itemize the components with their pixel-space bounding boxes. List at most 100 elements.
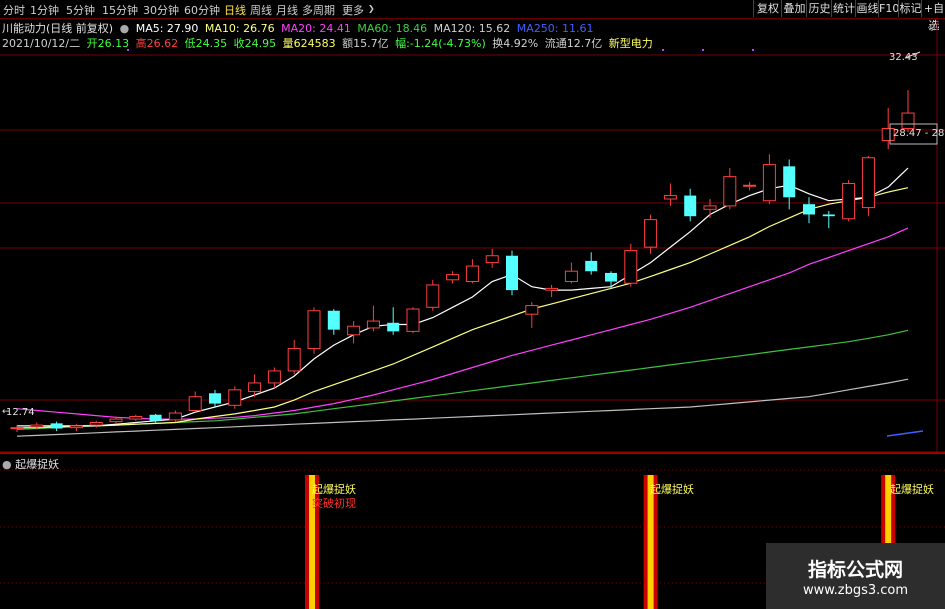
ma60-line bbox=[16, 329, 909, 430]
candle-body-up bbox=[723, 176, 737, 207]
quote-low: 低24.35 bbox=[184, 37, 228, 50]
candle-body-down bbox=[50, 423, 63, 429]
candle-body-up bbox=[663, 195, 677, 200]
candle-body-down bbox=[605, 272, 617, 282]
candle-body-down bbox=[387, 322, 400, 332]
marker-dot bbox=[702, 49, 704, 51]
high-price-marker: 32.43 bbox=[889, 52, 918, 63]
ma60-label: MA60: 18.46 bbox=[357, 22, 428, 35]
quote-amount: 额15.7亿 bbox=[342, 37, 389, 50]
quote-change: 幅:-1.24(-4.73%) bbox=[395, 37, 486, 50]
stock-title: 川能动力(日线 前复权) bbox=[2, 22, 114, 35]
add-watchlist-button[interactable]: +自选 bbox=[921, 0, 945, 32]
candle-body-up bbox=[366, 320, 380, 329]
low-price-marker: 12.74 bbox=[6, 407, 35, 418]
candle-body-up bbox=[901, 112, 915, 130]
indicator-settings-icon[interactable]: ● bbox=[2, 458, 12, 471]
candle-body-up bbox=[644, 219, 658, 248]
candle-body-up bbox=[129, 415, 143, 420]
candle-body-down bbox=[209, 393, 221, 404]
quote-open: 开26.13 bbox=[86, 37, 130, 50]
candle-body-up bbox=[465, 265, 479, 283]
indicator-title-row: ● 起爆捉妖 bbox=[2, 456, 59, 472]
candle-body-up bbox=[307, 310, 321, 350]
candle-body-up bbox=[564, 270, 578, 283]
adjust-button[interactable]: 复权 bbox=[753, 0, 782, 17]
watermark-title: 指标公式网 bbox=[807, 559, 903, 581]
quote-date: 2021/10/12/二 bbox=[2, 37, 81, 50]
candle-body-up bbox=[248, 382, 262, 393]
candle-body-up bbox=[624, 250, 638, 284]
tab-1min[interactable]: 1分钟 bbox=[30, 2, 59, 18]
candle-body-up bbox=[861, 157, 875, 209]
quote-float: 流通12.7亿 bbox=[544, 37, 603, 50]
tab-daily[interactable]: 日线 bbox=[224, 2, 246, 18]
tab-more[interactable]: 更多 bbox=[342, 2, 364, 18]
tab-multi-period[interactable]: 多周期 bbox=[302, 2, 335, 18]
ma20-line bbox=[16, 227, 909, 420]
candle-body-up bbox=[347, 325, 361, 336]
candle-body-up bbox=[30, 424, 44, 428]
candle-body-up bbox=[267, 370, 281, 384]
chevron-down-icon[interactable]: ❯ bbox=[368, 4, 375, 13]
period-toolbar: 分时 1分钟 5分钟 15分钟 30分钟 60分钟 日线 周线 月线 多周期 更… bbox=[0, 0, 945, 32]
watermark-banner: 指标公式网 www.zbgs3.com bbox=[766, 543, 945, 609]
mark-button[interactable]: 标记 bbox=[898, 0, 922, 17]
marker-dot bbox=[752, 49, 754, 51]
ma10-label: MA10: 26.76 bbox=[204, 22, 275, 35]
watermark-url: www.zbgs3.com bbox=[802, 583, 909, 598]
draw-line-button[interactable]: 画线 bbox=[855, 0, 879, 17]
stats-button[interactable]: 统计 bbox=[831, 0, 856, 17]
candle-body-up bbox=[188, 396, 202, 411]
settings-circle-icon[interactable]: ● bbox=[120, 22, 130, 35]
candle-body-down bbox=[327, 310, 340, 330]
ma250-label: MA250: 11.61 bbox=[516, 22, 594, 35]
candle-body-up bbox=[545, 287, 559, 291]
signal-label-3: 起爆捉妖 bbox=[890, 483, 934, 496]
history-button[interactable]: 历史 bbox=[806, 0, 832, 17]
tab-5min[interactable]: 5分钟 bbox=[66, 2, 95, 18]
candle-body-up bbox=[406, 308, 420, 332]
signal-label-2: 起爆捉妖 bbox=[650, 483, 694, 496]
tab-15min[interactable]: 15分钟 bbox=[102, 2, 138, 18]
candle-body-up bbox=[109, 418, 123, 423]
overlay-button[interactable]: 叠加 bbox=[781, 0, 807, 17]
candle-body-up bbox=[703, 205, 717, 210]
candle-body-up bbox=[842, 183, 856, 220]
collapse-chevron-icon[interactable]: ◇ bbox=[928, 22, 936, 33]
signal-sublabel-1: 突破初现 bbox=[312, 497, 356, 510]
ma250-line bbox=[886, 430, 924, 437]
candle-body-down bbox=[506, 255, 518, 291]
candle-body-up bbox=[89, 421, 103, 426]
candle-body-down bbox=[822, 214, 835, 217]
tab-monthly[interactable]: 月线 bbox=[276, 2, 298, 18]
ma120-label: MA120: 15.62 bbox=[433, 22, 511, 35]
arrow-left-icon: ← bbox=[2, 407, 10, 417]
tab-60min[interactable]: 60分钟 bbox=[184, 2, 220, 18]
candle-body-up bbox=[762, 164, 776, 202]
candle-body-up bbox=[10, 427, 24, 430]
quote-concept: 新型电力 bbox=[608, 37, 653, 50]
f10-button[interactable]: F10 bbox=[878, 0, 899, 17]
quote-volume: 量624583 bbox=[282, 37, 336, 50]
kline-chart[interactable] bbox=[0, 19, 945, 609]
ma5-label: MA5: 27.90 bbox=[135, 22, 199, 35]
candle-body-up bbox=[228, 389, 242, 406]
tab-timeshare[interactable]: 分时 bbox=[3, 2, 25, 18]
candle-body-up bbox=[525, 305, 539, 315]
candle-body-up bbox=[287, 348, 301, 372]
tab-weekly[interactable]: 周线 bbox=[250, 2, 272, 18]
candle-body-up bbox=[168, 412, 182, 421]
candle-body-up bbox=[743, 184, 757, 187]
marker-dot bbox=[662, 49, 664, 51]
indicator-title: 起爆捉妖 bbox=[15, 458, 60, 471]
quote-close: 收24.95 bbox=[233, 37, 277, 50]
ma120-line bbox=[16, 378, 909, 437]
candle-body-down bbox=[149, 414, 162, 421]
band-price-marker: 28.47 - 28.6 bbox=[893, 128, 945, 139]
quote-high: 高26.62 bbox=[135, 37, 179, 50]
candle-body-down bbox=[684, 195, 697, 217]
ma20-label: MA20: 24.41 bbox=[281, 22, 351, 35]
tab-30min[interactable]: 30分钟 bbox=[143, 2, 179, 18]
candle-body-down bbox=[803, 204, 815, 215]
